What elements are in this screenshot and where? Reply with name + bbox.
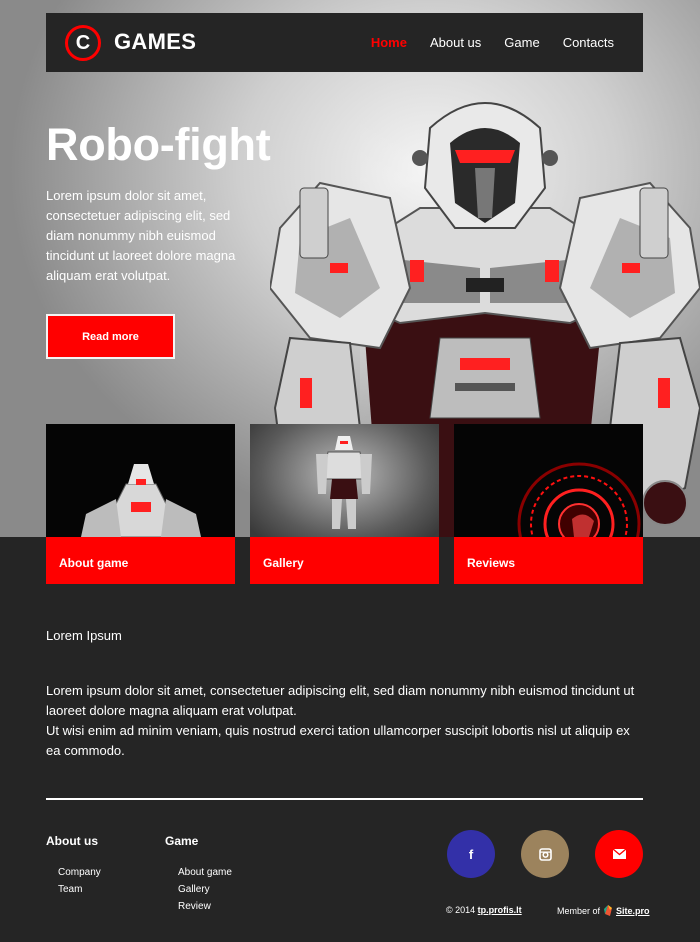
member-of: Member of Site.pro bbox=[557, 905, 650, 916]
gallery-thumbnail bbox=[250, 424, 439, 537]
card-reviews[interactable]: Reviews bbox=[454, 424, 643, 584]
footer-link-gallery[interactable]: Gallery bbox=[178, 881, 232, 898]
card-label: Gallery bbox=[250, 537, 439, 584]
member-link[interactable]: Site.pro bbox=[616, 906, 650, 916]
facebook-icon: f bbox=[468, 846, 474, 862]
instagram-button[interactable] bbox=[521, 830, 569, 878]
card-gallery[interactable]: Gallery bbox=[250, 424, 439, 584]
copyright: © 2014 tp.profis.lt bbox=[446, 905, 522, 915]
hero-title: Robo-fight bbox=[46, 119, 271, 170]
paragraph-2: Ut wisi enim ad minim veniam, quis nostr… bbox=[46, 723, 630, 758]
nav-item-contacts[interactable]: Contacts bbox=[563, 35, 614, 50]
footer-about-links: Company Team bbox=[58, 864, 101, 898]
site-header: C GAMES Home About us Game Contacts bbox=[46, 13, 643, 72]
footer-about-title: About us bbox=[46, 834, 98, 848]
footer-link-team[interactable]: Team bbox=[58, 881, 101, 898]
copyright-prefix: © 2014 bbox=[446, 905, 476, 915]
footer-link-about-game[interactable]: About game bbox=[178, 864, 232, 881]
card-about-game[interactable]: About game bbox=[46, 424, 235, 584]
read-more-button[interactable]: Read more bbox=[46, 314, 175, 359]
reviews-thumbnail bbox=[454, 424, 643, 537]
brand-name[interactable]: GAMES bbox=[114, 29, 196, 55]
instagram-icon bbox=[538, 847, 552, 861]
footer-link-company[interactable]: Company bbox=[58, 864, 101, 881]
paragraph-1: Lorem ipsum dolor sit amet, consectetuer… bbox=[46, 683, 635, 718]
about-game-thumbnail bbox=[46, 424, 235, 537]
card-label: About game bbox=[46, 537, 235, 584]
nav-item-about-us[interactable]: About us bbox=[430, 35, 481, 50]
main-nav: Home About us Game Contacts bbox=[371, 35, 614, 50]
sitepro-logo-icon bbox=[604, 905, 613, 916]
footer-game-links: About game Gallery Review bbox=[178, 864, 232, 915]
nav-item-game[interactable]: Game bbox=[504, 35, 539, 50]
copyright-link[interactable]: tp.profis.lt bbox=[478, 905, 522, 915]
section-title: Lorem Ipsum bbox=[46, 628, 122, 643]
card-label: Reviews bbox=[454, 537, 643, 584]
hero-description: Lorem ipsum dolor sit amet, consectetuer… bbox=[46, 188, 236, 283]
section-divider bbox=[46, 798, 643, 800]
content-paragraph: Lorem ipsum dolor sit amet, consectetuer… bbox=[46, 681, 646, 761]
nav-item-home[interactable]: Home bbox=[371, 35, 407, 50]
mail-icon bbox=[612, 849, 626, 859]
mail-button[interactable] bbox=[595, 830, 643, 878]
footer-link-review[interactable]: Review bbox=[178, 898, 232, 915]
logo-letter: C bbox=[75, 32, 91, 54]
footer-game-title: Game bbox=[165, 834, 199, 848]
member-prefix: Member of bbox=[557, 905, 601, 916]
logo-icon[interactable]: C bbox=[65, 25, 101, 61]
facebook-button[interactable]: f bbox=[447, 830, 495, 878]
